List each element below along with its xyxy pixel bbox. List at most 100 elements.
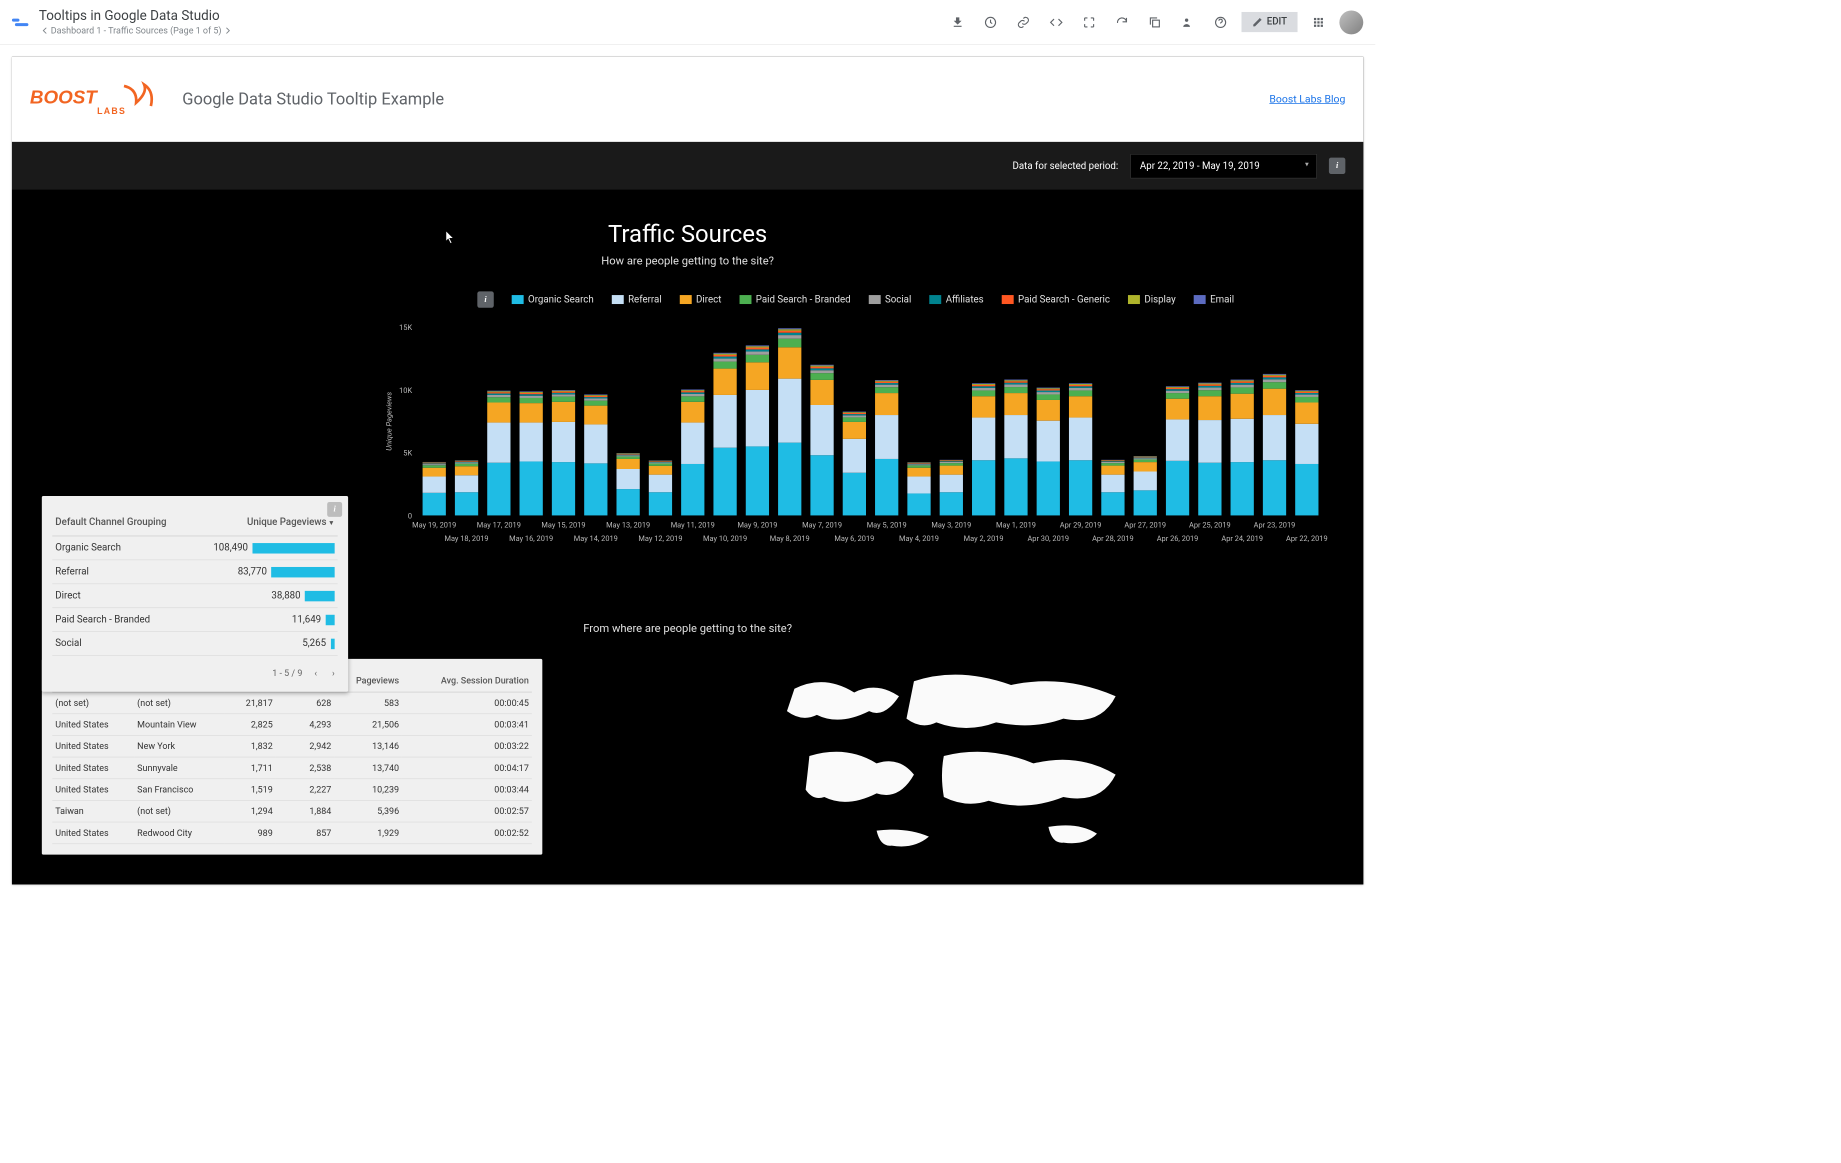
svg-text:BOOST: BOOST — [30, 86, 98, 107]
svg-text:May 3, 2019: May 3, 2019 — [931, 520, 971, 529]
table-row[interactable]: United StatesMountain View2,8254,29321,5… — [52, 714, 532, 736]
svg-text:May 8, 2019: May 8, 2019 — [770, 534, 810, 543]
legend-item[interactable]: Affiliates — [929, 294, 983, 305]
legend-item[interactable]: Organic Search — [512, 294, 594, 305]
pager-next-icon[interactable]: › — [329, 665, 338, 681]
svg-text:Apr 30, 2019: Apr 30, 2019 — [1027, 534, 1069, 543]
table-row[interactable]: United StatesRedwood City9898571,92900:0… — [52, 822, 532, 844]
svg-text:May 14, 2019: May 14, 2019 — [574, 534, 618, 543]
fullscreen-icon[interactable] — [1077, 10, 1101, 34]
svg-text:May 11, 2019: May 11, 2019 — [671, 520, 715, 529]
edit-label: EDIT — [1267, 16, 1287, 27]
history-icon[interactable] — [978, 10, 1002, 34]
svg-text:May 13, 2019: May 13, 2019 — [606, 520, 650, 529]
table-row[interactable]: Social5,265 — [52, 632, 337, 656]
datastudio-logo-icon — [12, 13, 30, 31]
apps-grid-icon[interactable] — [1307, 10, 1331, 34]
file-title[interactable]: Tooltips in Google Data Studio — [39, 8, 946, 24]
svg-text:10K: 10K — [399, 386, 412, 395]
col-avgdur[interactable]: Avg. Session Duration — [402, 669, 532, 692]
svg-text:May 9, 2019: May 9, 2019 — [737, 520, 777, 529]
info-icon[interactable]: i — [1329, 158, 1345, 174]
svg-text:Apr 23, 2019: Apr 23, 2019 — [1254, 520, 1296, 529]
legend-item[interactable]: Paid Search - Branded — [739, 294, 850, 305]
boost-labs-logo: BOOSTLABS — [30, 77, 164, 122]
chevron-left-icon — [42, 28, 48, 34]
svg-text:May 15, 2019: May 15, 2019 — [541, 520, 585, 529]
breadcrumb[interactable]: Dashboard 1 - Traffic Sources (Page 1 of… — [39, 25, 946, 35]
svg-text:May 18, 2019: May 18, 2019 — [444, 534, 488, 543]
breadcrumb-label: Dashboard 1 - Traffic Sources (Page 1 of… — [51, 25, 222, 35]
pager-prev-icon[interactable]: ‹ — [311, 665, 320, 681]
legend-item[interactable]: Direct — [680, 294, 722, 305]
table-row[interactable]: Referral83,770 — [52, 560, 337, 584]
legend-item[interactable]: Social — [869, 294, 912, 305]
col-channel[interactable]: Default Channel Grouping — [52, 509, 189, 536]
link-icon[interactable] — [1011, 10, 1035, 34]
svg-text:May 6, 2019: May 6, 2019 — [834, 534, 874, 543]
table-row[interactable]: United StatesNew York1,8322,94213,14600:… — [52, 735, 532, 757]
svg-text:Apr 24, 2019: Apr 24, 2019 — [1221, 534, 1263, 543]
svg-text:May 17, 2019: May 17, 2019 — [477, 520, 521, 529]
svg-text:May 12, 2019: May 12, 2019 — [638, 534, 682, 543]
table-pager: 1 - 5 / 9 ‹ › — [52, 665, 337, 681]
app-header: Tooltips in Google Data Studio Dashboard… — [0, 0, 1375, 45]
col-pageviews[interactable]: Unique Pageviews▼ — [189, 509, 338, 536]
user-avatar[interactable] — [1339, 10, 1363, 34]
svg-text:May 16, 2019: May 16, 2019 — [509, 534, 553, 543]
table-row[interactable]: (not set)(not set)21,81762858300:00:45 — [52, 692, 532, 714]
svg-text:Apr 25, 2019: Apr 25, 2019 — [1189, 520, 1231, 529]
pencil-icon — [1252, 17, 1262, 27]
table-row[interactable]: United StatesSan Francisco1,5192,22710,2… — [52, 779, 532, 801]
edit-button[interactable]: EDIT — [1241, 12, 1297, 32]
legend-item[interactable]: Display — [1128, 294, 1176, 305]
info-icon[interactable]: i — [477, 291, 493, 307]
copy-icon[interactable] — [1143, 10, 1167, 34]
table-row[interactable]: Taiwan(not set)1,2941,8845,39600:02:57 — [52, 800, 532, 822]
section-title: Traffic Sources — [30, 220, 1345, 248]
svg-text:Apr 22, 2019: Apr 22, 2019 — [1286, 534, 1328, 543]
table-row[interactable]: Direct38,880 — [52, 584, 337, 608]
svg-text:0: 0 — [408, 511, 412, 520]
svg-text:Apr 28, 2019: Apr 28, 2019 — [1092, 534, 1134, 543]
svg-text:May 10, 2019: May 10, 2019 — [703, 534, 747, 543]
channel-table: Default Channel Grouping Unique Pageview… — [52, 509, 337, 655]
svg-text:Apr 26, 2019: Apr 26, 2019 — [1157, 534, 1199, 543]
date-range-label: Data for selected period: — [1013, 160, 1119, 171]
help-icon[interactable] — [1208, 10, 1232, 34]
svg-text:Apr 27, 2019: Apr 27, 2019 — [1124, 520, 1166, 529]
legend-item[interactable]: Paid Search - Generic — [1002, 294, 1110, 305]
pager-label: 1 - 5 / 9 — [272, 668, 302, 678]
info-icon[interactable]: i — [327, 502, 342, 517]
chart-legend: i Organic Search Referral Direct Paid Searc… — [381, 291, 1330, 307]
date-range-picker[interactable]: Apr 22, 2019 - May 19, 2019 — [1130, 154, 1317, 179]
svg-text:5K: 5K — [403, 449, 412, 458]
report-body: Traffic Sources How are people getting t… — [12, 190, 1363, 885]
channel-summary-card[interactable]: i Default Channel Grouping Unique Pagevi… — [42, 496, 348, 692]
refresh-icon[interactable] — [1110, 10, 1134, 34]
svg-text:May 1, 2019: May 1, 2019 — [996, 520, 1036, 529]
legend-item[interactable]: Email — [1194, 294, 1234, 305]
table-row[interactable]: United StatesSunnyvale1,7112,53813,74000… — [52, 757, 532, 779]
embed-icon[interactable] — [1044, 10, 1068, 34]
svg-text:May 19, 2019: May 19, 2019 — [412, 520, 456, 529]
world-map-chart[interactable] — [557, 659, 1345, 853]
date-bar: Data for selected period: Apr 22, 2019 -… — [12, 142, 1363, 190]
svg-text:Apr 29, 2019: Apr 29, 2019 — [1060, 520, 1102, 529]
chevron-right-icon — [225, 28, 231, 34]
svg-text:May 5, 2019: May 5, 2019 — [867, 520, 907, 529]
report-title: Google Data Studio Tooltip Example — [182, 90, 1269, 109]
report-header: BOOSTLABS Google Data Studio Tooltip Exa… — [12, 57, 1363, 142]
legend-item[interactable]: Referral — [612, 294, 662, 305]
geo-table: Country City Users▼ Sessions Pageviews A… — [52, 669, 532, 844]
download-icon[interactable] — [946, 10, 970, 34]
table-row[interactable]: Organic Search108,490 — [52, 536, 337, 560]
blog-link[interactable]: Boost Labs Blog — [1269, 93, 1345, 105]
table-row[interactable]: Paid Search - Branded11,649 — [52, 608, 337, 632]
share-person-icon[interactable] — [1176, 10, 1200, 34]
stacked-bar-chart[interactable]: i Organic Search Referral Direct Paid Searc… — [381, 291, 1330, 561]
section-subtitle: How are people getting to the site? — [30, 254, 1345, 267]
svg-text:May 7, 2019: May 7, 2019 — [802, 520, 842, 529]
report-canvas: BOOSTLABS Google Data Studio Tooltip Exa… — [12, 57, 1363, 885]
svg-text:LABS: LABS — [97, 106, 126, 116]
